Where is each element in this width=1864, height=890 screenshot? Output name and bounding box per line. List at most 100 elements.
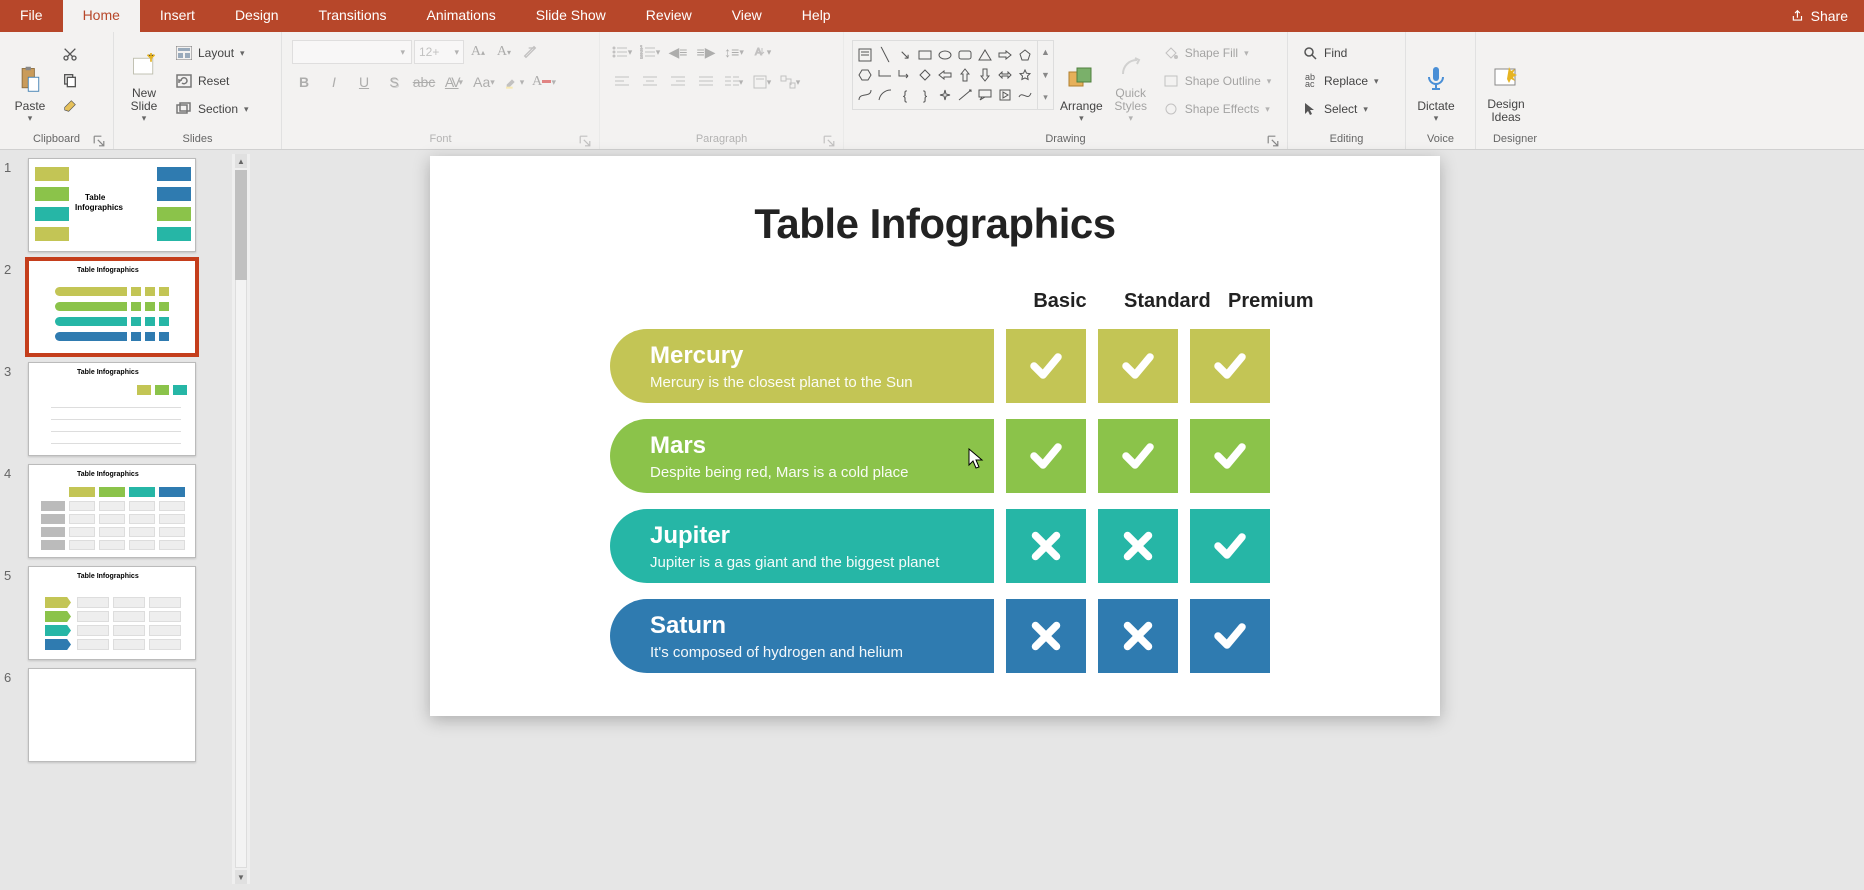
arrange-button[interactable]: Arrange▾ (1056, 36, 1107, 126)
shape-lbrace-icon[interactable]: { (895, 85, 915, 105)
shape-rbrace-icon[interactable]: } (915, 85, 935, 105)
shape-line-arrow-icon[interactable]: ↘ (895, 45, 915, 65)
shape-hex-icon[interactable] (855, 65, 875, 85)
shape-textbox-icon[interactable] (855, 45, 875, 65)
tab-review[interactable]: Review (626, 0, 712, 32)
italic-button[interactable]: I (322, 70, 346, 94)
font-name-combo[interactable]: ▾ (292, 40, 412, 64)
design-ideas-button[interactable]: Design Ideas (1482, 36, 1530, 126)
shape-line-icon[interactable]: ╲ (875, 45, 895, 65)
thumbnail[interactable]: Table Infographics (28, 260, 196, 354)
reset-button[interactable]: Reset (172, 68, 253, 94)
scroll-handle[interactable] (235, 170, 247, 280)
select-button[interactable]: Select▾ (1298, 96, 1383, 122)
clear-formatting-button[interactable] (518, 40, 542, 64)
thumbnail-item[interactable]: 2Table Infographics (4, 260, 246, 354)
thumbnail-item[interactable]: 3Table Infographics (4, 362, 246, 456)
dialog-launcher-icon[interactable] (1267, 135, 1279, 147)
shape-uarrow-icon[interactable] (955, 65, 975, 85)
find-button[interactable]: Find (1298, 40, 1383, 66)
format-painter-button[interactable] (58, 94, 82, 118)
decrease-indent-button[interactable]: ◀≡ (666, 40, 690, 64)
align-text-button[interactable]: ▾ (750, 70, 774, 94)
shape-curve-icon[interactable] (855, 85, 875, 105)
check-icon[interactable] (1098, 419, 1178, 493)
shape-fill-button[interactable]: Shape Fill▾ (1159, 40, 1276, 66)
shape-action-icon[interactable] (995, 85, 1015, 105)
thumbnail-pane[interactable]: 1TableInfographics2Table Infographics3Ta… (0, 150, 250, 890)
shape-rect-icon[interactable] (915, 45, 935, 65)
align-right-button[interactable] (666, 70, 690, 94)
shape-connector-icon[interactable] (955, 85, 975, 105)
replace-button[interactable]: abacReplace▾ (1298, 68, 1383, 94)
scroll-up-icon[interactable]: ▲ (235, 154, 247, 168)
shadow-button[interactable]: S (382, 70, 406, 94)
check-icon[interactable] (1190, 419, 1270, 493)
chevron-down-icon[interactable]: ▼ (1038, 64, 1053, 87)
thumbnail[interactable]: TableInfographics (28, 158, 196, 252)
shape-larrow-icon[interactable] (935, 65, 955, 85)
strike-button[interactable]: abc (412, 70, 436, 94)
columns-button[interactable]: ▾ (722, 70, 746, 94)
row-pill[interactable]: SaturnIt's composed of hydrogen and heli… (610, 599, 994, 673)
thumbnail-item[interactable]: 4Table Infographics (4, 464, 246, 558)
smartart-button[interactable]: ▾ (778, 70, 802, 94)
layout-button[interactable]: Layout▾ (172, 40, 253, 66)
cross-icon[interactable] (1098, 509, 1178, 583)
thumbnail[interactable]: Table Infographics (28, 362, 196, 456)
shapes-gallery[interactable]: ╲ ↘ (853, 41, 1037, 109)
tab-animations[interactable]: Animations (406, 0, 515, 32)
grow-font-button[interactable]: A▴ (466, 40, 490, 64)
shape-lrarrow-icon[interactable] (995, 65, 1015, 85)
share-button[interactable]: Share (1775, 0, 1864, 32)
dictate-button[interactable]: Dictate▾ (1412, 36, 1460, 126)
thumbnail-item[interactable]: 6 (4, 668, 246, 762)
section-button[interactable]: Section▾ (172, 96, 253, 122)
table-row[interactable]: SaturnIt's composed of hydrogen and heli… (430, 599, 1440, 673)
tab-view[interactable]: View (712, 0, 782, 32)
tab-slide-show[interactable]: Slide Show (516, 0, 626, 32)
char-spacing-button[interactable]: AV▾ (442, 70, 466, 94)
check-icon[interactable] (1190, 509, 1270, 583)
tab-help[interactable]: Help (782, 0, 851, 32)
shape-darrow-icon[interactable] (975, 65, 995, 85)
copy-button[interactable] (58, 68, 82, 92)
align-center-button[interactable] (638, 70, 662, 94)
shape-callout-icon[interactable] (975, 85, 995, 105)
thumbnail[interactable] (28, 668, 196, 762)
shape-freeform-icon[interactable] (1015, 85, 1035, 105)
paste-button[interactable]: Paste ▾ (6, 36, 54, 126)
tab-insert[interactable]: Insert (140, 0, 215, 32)
tab-transitions[interactable]: Transitions (299, 0, 407, 32)
dialog-launcher-icon[interactable] (93, 135, 105, 147)
shape-star-icon[interactable] (1015, 65, 1035, 85)
bold-button[interactable]: B (292, 70, 316, 94)
justify-button[interactable] (694, 70, 718, 94)
row-pill[interactable]: JupiterJupiter is a gas giant and the bi… (610, 509, 994, 583)
shape-elbow-arrow-icon[interactable] (895, 65, 915, 85)
change-case-button[interactable]: Aa▾ (472, 70, 496, 94)
cut-button[interactable] (58, 42, 82, 66)
gallery-scroll[interactable]: ▲▼▾ (1037, 41, 1053, 109)
shape-arc-icon[interactable] (875, 85, 895, 105)
check-icon[interactable] (1098, 329, 1178, 403)
font-size-combo[interactable]: 12+▾ (414, 40, 464, 64)
row-pill[interactable]: MarsDespite being red, Mars is a cold pl… (610, 419, 994, 493)
check-icon[interactable] (1190, 329, 1270, 403)
shape-pentagon-icon[interactable] (1015, 45, 1035, 65)
thumbnail-item[interactable]: 5Table Infographics (4, 566, 246, 660)
tab-home[interactable]: Home (63, 0, 140, 32)
table-row[interactable]: MarsDespite being red, Mars is a cold pl… (430, 419, 1440, 493)
font-color-button[interactable]: A▾ (532, 70, 556, 94)
shape-elbow-icon[interactable] (875, 65, 895, 85)
shape-oval-icon[interactable] (935, 45, 955, 65)
row-pill[interactable]: MercuryMercury is the closest planet to … (610, 329, 994, 403)
text-direction-button[interactable]: A▾ (750, 40, 774, 64)
shape-effects-button[interactable]: Shape Effects▾ (1159, 96, 1276, 122)
shape-star4-icon[interactable] (935, 85, 955, 105)
shape-rarrow-icon[interactable] (995, 45, 1015, 65)
cross-icon[interactable] (1006, 599, 1086, 673)
quick-styles-button[interactable]: Quick Styles▾ (1107, 36, 1155, 126)
cross-icon[interactable] (1006, 509, 1086, 583)
thumbnail-item[interactable]: 1TableInfographics (4, 158, 246, 252)
